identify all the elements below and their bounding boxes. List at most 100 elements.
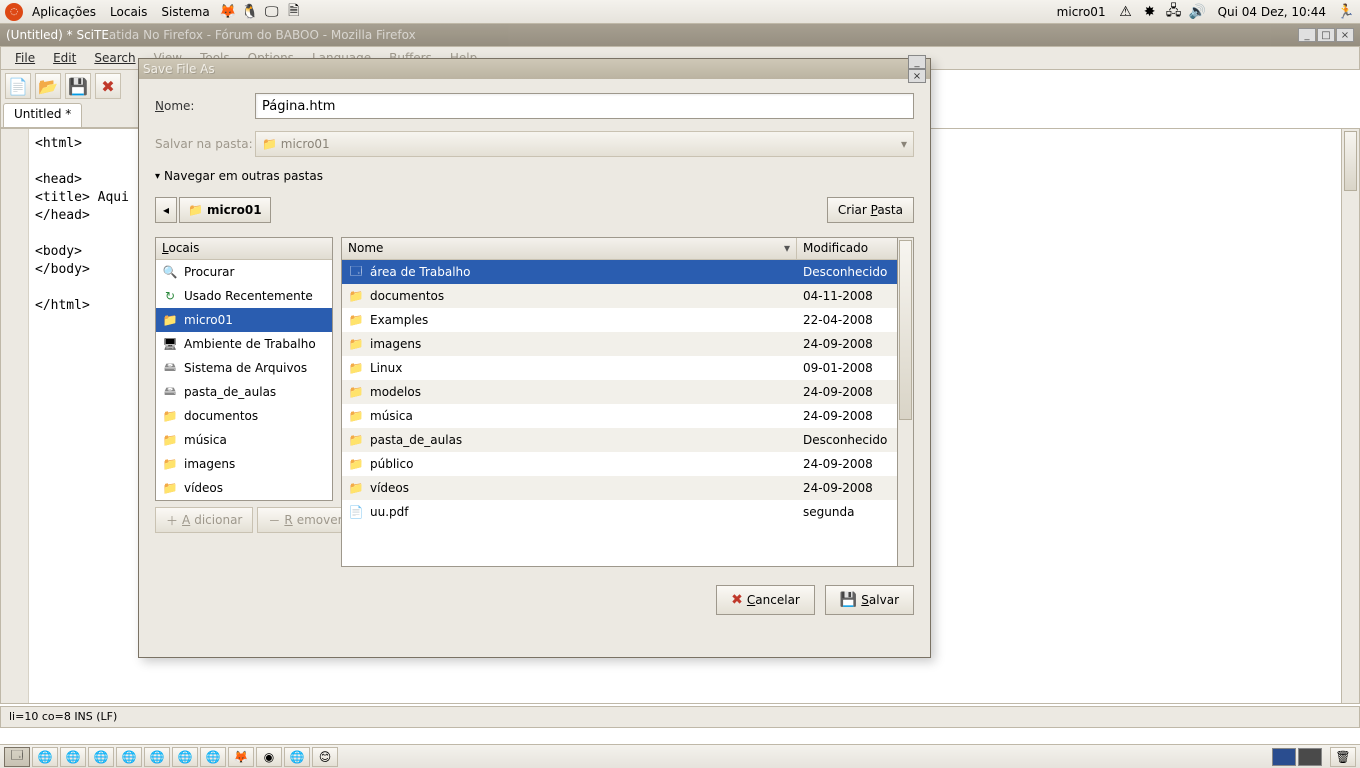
task-5[interactable]: 🌐 (144, 747, 170, 767)
file-icon: 📁 (348, 433, 364, 447)
editor-scrollbar[interactable] (1341, 129, 1359, 703)
task-7[interactable]: 🌐 (200, 747, 226, 767)
menu-search[interactable]: Search (86, 49, 143, 67)
pidgin-icon[interactable]: 🐧 (240, 2, 260, 22)
create-folder-button[interactable]: Criar Pasta (827, 197, 914, 223)
dialog-close-button[interactable]: × (908, 69, 926, 83)
file-row[interactable]: 📁 música 24-09-2008 (342, 404, 897, 428)
firefox-icon[interactable]: 🦊 (218, 2, 238, 22)
file-row[interactable]: 📁imagens24-09-2008 (342, 332, 897, 356)
dialog-titlebar: Save File As _ × (139, 59, 930, 79)
folder-selected-value: micro01 (281, 137, 330, 151)
task-1[interactable]: 🌐 (32, 747, 58, 767)
place-icon: 📁 (162, 457, 178, 471)
cancel-button[interactable]: ✖ Cancelar (716, 585, 815, 615)
path-segment-home[interactable]: 📁 micro01 (179, 197, 271, 223)
panel-menu-places[interactable]: Locais (104, 3, 153, 21)
panel-clock[interactable]: Qui 04 Dez, 10:44 (1212, 3, 1332, 21)
file-icon: 📁 (348, 337, 364, 351)
file-row[interactable]: 📁documentos04-11-2008 (342, 284, 897, 308)
ubuntu-logo-icon[interactable]: ◌ (4, 2, 24, 22)
trash-button[interactable]: 🗑 (1330, 747, 1356, 767)
panel-user-label[interactable]: micro01 (1051, 3, 1112, 21)
dialog-title: Save File As (143, 62, 215, 76)
place-item[interactable]: 🖥Ambiente de Trabalho (156, 332, 332, 356)
file-name: modelos (370, 385, 421, 399)
dialog-minimize-button[interactable]: _ (908, 55, 926, 69)
file-row[interactable]: 🗔área de TrabalhoDesconhecido (342, 260, 897, 284)
save-button[interactable]: 💾 Salvar (825, 585, 914, 615)
workspace-switcher[interactable] (1272, 748, 1322, 766)
places-header[interactable]: Locais (156, 238, 332, 260)
file-modified: 24-09-2008 (797, 481, 897, 495)
file-name: música (370, 409, 413, 423)
file-row[interactable]: 📁público24-09-2008 (342, 452, 897, 476)
file-row[interactable]: 📁modelos24-09-2008 (342, 380, 897, 404)
new-file-button[interactable]: 📄 (5, 73, 31, 99)
filename-input[interactable] (255, 93, 914, 119)
folder-dropdown[interactable]: 📁 micro01 (255, 131, 914, 157)
panel-menu-system[interactable]: Sistema (155, 3, 215, 21)
file-icon: 🗔 (348, 262, 364, 283)
place-item[interactable]: 🖴Sistema de Arquivos (156, 356, 332, 380)
logout-icon[interactable]: 🏃 (1336, 2, 1356, 22)
file-row[interactable]: 📁pasta_de_aulasDesconhecido (342, 428, 897, 452)
task-3[interactable]: 🌐 (88, 747, 114, 767)
network-icon[interactable]: 🖧 (1164, 2, 1184, 22)
file-icon: 📁 (348, 361, 364, 375)
place-item[interactable]: 📁vídeos (156, 476, 332, 500)
task-2[interactable]: 🌐 (60, 747, 86, 767)
update-warning-icon[interactable]: ⚠ (1116, 2, 1136, 22)
task-8[interactable]: 🦊 (228, 747, 254, 767)
column-header-modified[interactable]: Modificado (797, 238, 897, 259)
update-available-icon[interactable]: ✸ (1140, 2, 1160, 22)
menu-edit[interactable]: Edit (45, 49, 84, 67)
close-button[interactable]: × (1336, 28, 1354, 42)
scite-statusbar: li=10 co=8 INS (LF) (0, 706, 1360, 728)
file-row[interactable]: 📁Linux09-01-2008 (342, 356, 897, 380)
place-item[interactable]: 📁música (156, 428, 332, 452)
task-9[interactable]: ◉ (256, 747, 282, 767)
place-item[interactable]: ↻Usado Recentemente (156, 284, 332, 308)
remove-place-button[interactable]: －Remover (257, 507, 353, 533)
scite-tabstrip: Untitled * (0, 102, 140, 128)
file-list-scrollbar[interactable] (898, 237, 914, 567)
task-10[interactable]: 🌐 (284, 747, 310, 767)
workspace-1[interactable] (1272, 748, 1296, 766)
place-item[interactable]: 📁micro01 (156, 308, 332, 332)
minimize-button[interactable]: _ (1298, 28, 1316, 42)
workspace-2[interactable] (1298, 748, 1322, 766)
tab-untitled[interactable]: Untitled * (3, 103, 82, 127)
path-segment-label: micro01 (207, 203, 262, 217)
file-row[interactable]: 📄uu.pdfsegunda (342, 500, 897, 524)
close-file-button[interactable]: ✖ (95, 73, 121, 99)
open-file-button[interactable]: 📂 (35, 73, 61, 99)
place-label: micro01 (184, 313, 233, 327)
help-icon[interactable]: 🗎 (284, 2, 304, 22)
place-item[interactable]: 🖴pasta_de_aulas (156, 380, 332, 404)
task-11[interactable]: 😊 (312, 747, 338, 767)
browse-expander[interactable]: ▾ Navegar em outras pastas (155, 169, 914, 183)
save-file-button[interactable]: 💾 (65, 73, 91, 99)
file-modified: 24-09-2008 (797, 409, 897, 423)
add-place-button[interactable]: ＋Adicionar (155, 507, 253, 533)
column-header-name[interactable]: Nome (342, 238, 797, 259)
place-item[interactable]: 🔍Procurar (156, 260, 332, 284)
panel-menu-apps[interactable]: Aplicações (26, 3, 102, 21)
place-icon: 📁 (162, 433, 178, 447)
maximize-button[interactable]: □ (1317, 28, 1335, 42)
path-back-button[interactable]: ◂ (155, 197, 177, 223)
file-row[interactable]: 📁Examples22-04-2008 (342, 308, 897, 332)
show-desktop-button[interactable]: 🗔 (4, 747, 30, 767)
menu-file[interactable]: File (7, 49, 43, 67)
task-4[interactable]: 🌐 (116, 747, 142, 767)
file-icon: 📁 (348, 409, 364, 423)
place-item[interactable]: 📁documentos (156, 404, 332, 428)
name-label: Nome: (155, 99, 255, 113)
volume-icon[interactable]: 🔊 (1188, 2, 1208, 22)
cancel-icon: ✖ (731, 592, 743, 608)
place-item[interactable]: 📁imagens (156, 452, 332, 476)
task-6[interactable]: 🌐 (172, 747, 198, 767)
file-row[interactable]: 📁vídeos24-09-2008 (342, 476, 897, 500)
terminal-icon[interactable]: 🖵 (262, 2, 282, 22)
